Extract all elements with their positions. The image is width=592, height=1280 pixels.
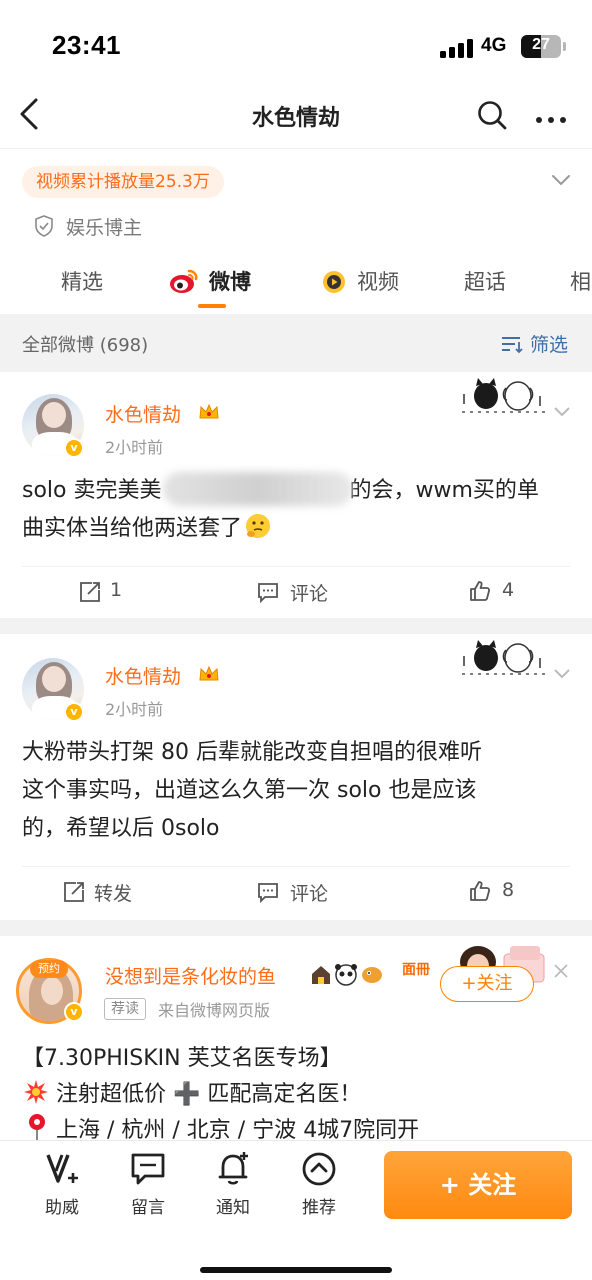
post-count-label: 全部微博 (698) — [22, 335, 149, 356]
profile-tabs: 精选 微博 视频 超话 相 — [0, 260, 592, 310]
verified-badge-icon: v — [64, 1002, 84, 1022]
tab-more[interactable]: 相 — [570, 266, 591, 296]
tab-super-topic[interactable]: 超话 — [464, 266, 506, 296]
cheer-label: 助威 — [45, 1198, 79, 1218]
status-time: 23:41 — [52, 30, 121, 60]
decoration-icons — [310, 962, 384, 986]
comment-icon[interactable] — [256, 880, 280, 904]
post-text-line2: 曲实体当给他两送套了 — [22, 516, 243, 541]
status-bar: 23:41 4G 27 — [0, 0, 592, 90]
post-card: v 水色情劫 2小时前 solo 卖完美美 的会，wwm买的单 曲实体当给他两送套… — [0, 372, 592, 618]
filter-bar: 全部微博 (698) 筛选 — [0, 314, 592, 372]
post-card: v 水色情劫 2小时前 大粉带头打架 80 后辈就能改变自担唱的很难听 这个事实… — [0, 634, 592, 920]
like-icon[interactable] — [468, 579, 492, 603]
message-label: 留言 — [131, 1198, 165, 1218]
nav-divider — [0, 148, 592, 149]
comment-button[interactable]: 评论 — [290, 879, 328, 906]
post-username[interactable]: 水色情劫 — [105, 400, 181, 427]
battery-icon: 27 — [521, 35, 561, 58]
post-text-line1b: 的会，wwm买的单 — [349, 478, 539, 503]
comment-button[interactable]: 评论 — [290, 579, 328, 606]
message-icon — [131, 1153, 165, 1185]
bottom-toolbar: 助威 留言 通知 推荐 + 关注 — [0, 1140, 592, 1280]
tab-active-indicator — [198, 304, 226, 308]
home-indicator — [200, 1267, 392, 1273]
post-text-line3: 的，希望以后 0solo — [22, 816, 220, 841]
post-username[interactable]: 水色情劫 — [105, 662, 181, 689]
battery-level: 27 — [532, 36, 550, 53]
cat-dog-sticker-icon — [456, 636, 546, 678]
notify-button[interactable]: 通知 — [203, 1149, 263, 1218]
cheer-button[interactable]: 助威 — [32, 1149, 92, 1218]
message-button[interactable]: 留言 — [118, 1149, 178, 1218]
recommend-icon — [302, 1152, 336, 1186]
post-source: 来自微博网页版 — [158, 1001, 271, 1020]
tab-weibo[interactable]: 微博 — [209, 266, 251, 296]
post-text: 大粉带头打架 80 后辈就能改变自担唱的很难听 这个事实吗，出道这么久第一次 s… — [22, 734, 570, 848]
video-tab-icon — [320, 269, 348, 295]
v-plus-icon — [46, 1154, 78, 1183]
post-username[interactable]: 没想到是条化妆的鱼 — [105, 962, 276, 989]
follow-button[interactable]: +关注 — [440, 966, 534, 1002]
explosion-icon — [22, 1078, 50, 1106]
pin-icon — [24, 1112, 50, 1140]
verified-badge-icon: v — [64, 702, 84, 722]
verify-label: 娱乐博主 — [66, 217, 143, 239]
weibo-logo-icon — [168, 267, 200, 295]
filter-icon[interactable] — [500, 334, 524, 354]
tab-featured[interactable]: 精选 — [61, 266, 103, 296]
crown-icon — [198, 402, 220, 422]
post-text-line1: 大粉带头打架 80 后辈就能改变自担唱的很难听 — [22, 740, 482, 765]
like-count[interactable]: 4 — [502, 579, 514, 601]
repost-button[interactable]: 转发 — [94, 879, 132, 906]
card-separator — [0, 920, 592, 936]
thinking-emoji-icon — [244, 512, 272, 540]
repost-count[interactable]: 1 — [110, 579, 122, 601]
chevron-down-icon[interactable] — [550, 172, 572, 188]
cat-dog-sticker-icon — [456, 374, 546, 416]
more-icon[interactable] — [534, 110, 568, 123]
action-divider — [22, 866, 570, 867]
repost-icon[interactable] — [78, 580, 102, 604]
comment-icon[interactable] — [256, 580, 280, 604]
post-text-line2: 这个事实吗，出道这么久第一次 solo 也是应该 — [22, 778, 477, 803]
recommend-tag: 荐读 — [104, 998, 146, 1020]
post-time: 2小时前 — [105, 700, 164, 719]
play-count-badge: 视频累计播放量25.3万 — [22, 166, 224, 198]
recommend-label: 推荐 — [302, 1198, 336, 1218]
action-divider — [22, 566, 570, 567]
bell-icon — [218, 1152, 248, 1185]
post-time: 2小时前 — [105, 438, 164, 457]
network-type: 4G — [481, 35, 507, 56]
tab-video[interactable]: 视频 — [357, 266, 399, 296]
crown-icon — [198, 664, 220, 684]
search-icon[interactable] — [474, 97, 510, 133]
promo-line2: 注射超低价 ➕ 匹配高定名医！ — [56, 1082, 362, 1107]
chevron-down-icon[interactable] — [552, 666, 572, 680]
svg-text:面冊: 面冊 — [402, 962, 430, 978]
battery-cap — [563, 42, 566, 51]
reservation-badge: 预约 — [30, 960, 68, 978]
filter-button[interactable]: 筛选 — [530, 330, 568, 357]
like-icon[interactable] — [468, 879, 492, 903]
post-text-line1a: solo 卖完美美 — [22, 478, 162, 503]
close-icon[interactable] — [552, 962, 570, 980]
promo-line1: 【7.30PHISKIN 芙艾名医专场】 — [22, 1046, 342, 1071]
card-separator — [0, 618, 592, 634]
like-count[interactable]: 8 — [502, 879, 514, 901]
signal-icon — [440, 38, 474, 58]
notify-label: 通知 — [216, 1198, 250, 1218]
repost-icon[interactable] — [62, 880, 86, 904]
chevron-down-icon[interactable] — [552, 404, 572, 418]
recommend-button[interactable]: 推荐 — [289, 1149, 349, 1218]
blurred-redaction — [163, 472, 353, 506]
shield-icon — [34, 215, 54, 237]
verified-badge-icon: v — [64, 438, 84, 458]
follow-main-button[interactable]: + 关注 — [384, 1151, 572, 1219]
